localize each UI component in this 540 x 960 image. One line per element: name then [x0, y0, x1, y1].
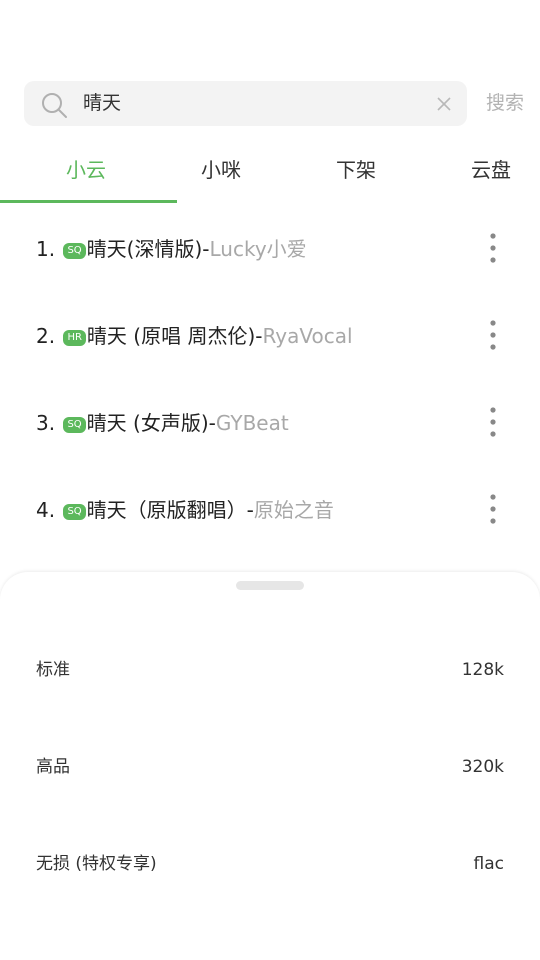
song-artist: GYBeat	[215, 411, 289, 435]
song-name: 晴天 (原唱 周杰伦)-	[86, 324, 263, 348]
quality-badge: SQ	[63, 504, 86, 520]
more-vertical-icon[interactable]	[488, 407, 498, 437]
search-bar: 搜索	[24, 81, 540, 127]
more-vertical-icon[interactable]	[488, 233, 498, 263]
quality-badge: SQ	[63, 243, 86, 259]
quality-bottom-sheet: 标准 128k 高品 320k 无损 (特权专享) flac	[0, 572, 540, 960]
song-title: 1. SQ 晴天(深情版)-Lucky小爱	[36, 236, 307, 262]
song-name: 晴天 (女声版)-	[86, 411, 216, 435]
song-artist: Lucky小爱	[209, 237, 307, 261]
list-item[interactable]: 1. SQ 晴天(深情版)-Lucky小爱	[0, 205, 540, 292]
app-page: 搜索 小云 小咪 下架 云盘 1. SQ晴天(深情版)-Lucky小爱 2. H…	[0, 0, 540, 960]
song-index: 1.	[36, 237, 56, 261]
song-title: 2. HR 晴天 (原唱 周杰伦)-RyaVocal	[36, 323, 353, 349]
search-icon	[42, 93, 67, 118]
tab-indicator	[0, 200, 177, 203]
song-title: 3. SQ 晴天 (女声版)-GYBeat	[36, 410, 289, 436]
song-index: 3.	[36, 411, 56, 435]
source-tabs: 小云 小咪 下架 云盘	[0, 150, 540, 205]
tab-xiaoyun[interactable]: 小云	[46, 150, 126, 190]
quality-bitrate: 128k	[461, 660, 504, 680]
list-item[interactable]: 3. SQ 晴天 (女声版)-GYBeat	[0, 379, 540, 466]
quality-label: 高品	[36, 757, 70, 777]
close-icon[interactable]	[434, 94, 454, 114]
tab-xiajia[interactable]: 下架	[316, 150, 396, 190]
song-title: 4. SQ 晴天（原版翻唱）-原始之音	[36, 497, 334, 523]
quality-option-lossless[interactable]: 无损 (特权专享) flac	[0, 834, 540, 894]
sheet-drag-handle[interactable]	[236, 581, 304, 590]
song-index: 4.	[36, 498, 56, 522]
quality-badge: SQ	[63, 417, 86, 433]
quality-badge: HR	[63, 330, 86, 346]
quality-bitrate: 320k	[461, 757, 504, 777]
search-box[interactable]	[24, 81, 467, 126]
list-item[interactable]: 2. HR 晴天 (原唱 周杰伦)-RyaVocal	[0, 292, 540, 379]
song-artist: 原始之音	[253, 498, 334, 522]
song-artist: RyaVocal	[262, 324, 353, 348]
quality-bitrate: flac	[473, 854, 504, 874]
song-name: 晴天（原版翻唱）-	[86, 498, 254, 522]
quality-label: 标准	[36, 660, 70, 680]
quality-label: 无损 (特权专享)	[36, 854, 157, 874]
song-index: 2.	[36, 324, 56, 348]
quality-option-high[interactable]: 高品 320k	[0, 737, 540, 797]
search-button[interactable]: 搜索	[486, 81, 540, 126]
more-vertical-icon[interactable]	[488, 494, 498, 524]
tab-yunpan[interactable]: 云盘	[451, 150, 531, 190]
more-vertical-icon[interactable]	[488, 320, 498, 350]
quality-option-standard[interactable]: 标准 128k	[0, 640, 540, 700]
tab-xiaomi[interactable]: 小咪	[181, 150, 261, 190]
list-item[interactable]: 4. SQ 晴天（原版翻唱）-原始之音	[0, 466, 540, 553]
search-input[interactable]	[83, 81, 423, 126]
song-name: 晴天(深情版)-	[86, 237, 210, 261]
